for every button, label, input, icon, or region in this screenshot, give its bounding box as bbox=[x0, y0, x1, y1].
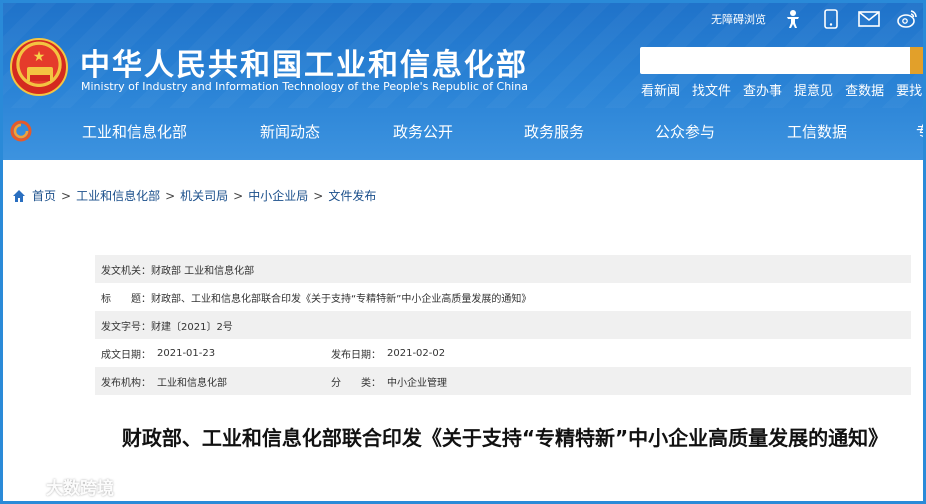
doc-number-label: 发文字号： bbox=[101, 321, 151, 333]
quick-link-feedback[interactable]: 提意见 bbox=[794, 80, 833, 99]
nav-item-gov-services[interactable]: 政务服务 bbox=[524, 121, 584, 142]
category-label: 分 类： bbox=[331, 377, 381, 389]
meta-row-dates: 成文日期： 2021-01-23 发布日期： 2021-02-02 bbox=[95, 339, 911, 367]
publisher-value: 工业和信息化部 bbox=[157, 377, 227, 389]
meta-row-doc-number: 发文字号： 财建〔2021〕2号 bbox=[95, 311, 911, 339]
breadcrumb-separator: > bbox=[61, 188, 72, 203]
nav-item-data[interactable]: 工信数据 bbox=[787, 121, 847, 142]
publish-date-label: 发布日期： bbox=[331, 349, 381, 361]
nav-item-special[interactable]: 专 bbox=[916, 121, 926, 142]
quick-link-news[interactable]: 看新闻 bbox=[641, 80, 680, 99]
quick-link-find[interactable]: 要找 bbox=[896, 80, 922, 99]
breadcrumb-separator: > bbox=[233, 188, 244, 203]
nav-item-gov-affairs[interactable]: 政务公开 bbox=[393, 121, 453, 142]
main-nav: 工业和信息化部 新闻动态 政务公开 政务服务 公众参与 工信数据 专 bbox=[0, 108, 926, 154]
title-value: 财政部、工业和信息化部联合印发《关于支持“专精特新”中小企业高质量发展的通知》 bbox=[151, 293, 532, 305]
accessibility-person-icon[interactable] bbox=[782, 8, 804, 30]
nav-item-miit[interactable]: 工业和信息化部 bbox=[82, 121, 187, 142]
publish-date-value: 2021-02-02 bbox=[387, 347, 446, 359]
top-utility-bar: 无障碍浏览 bbox=[711, 8, 918, 30]
watermark-text: 大数跨境 bbox=[46, 479, 114, 499]
meta-row-publisher: 发布机构： 工业和信息化部 分 类： 中小企业管理 bbox=[95, 367, 911, 395]
quick-links: 看新闻 找文件 查办事 提意见 查数据 要找 bbox=[641, 80, 922, 99]
breadcrumb-home[interactable]: 首页 bbox=[32, 187, 56, 204]
issuer-label: 发文机关： bbox=[101, 265, 151, 277]
weibo-icon[interactable] bbox=[896, 8, 918, 30]
home-icon[interactable] bbox=[12, 189, 26, 203]
title-label: 标 题： bbox=[101, 293, 151, 305]
nav-item-public-participation[interactable]: 公众参与 bbox=[655, 121, 715, 142]
breadcrumb-sme-bureau[interactable]: 中小企业局 bbox=[248, 187, 308, 204]
issuer-value: 财政部 工业和信息化部 bbox=[151, 265, 255, 277]
watermark: 大数跨境 bbox=[8, 474, 114, 499]
search-button[interactable] bbox=[910, 47, 926, 74]
breadcrumb-file-release[interactable]: 文件发布 bbox=[328, 187, 376, 204]
meta-row-title: 标 题： 财政部、工业和信息化部联合印发《关于支持“专精特新”中小企业高质量发展… bbox=[95, 283, 911, 311]
quick-link-services[interactable]: 查办事 bbox=[743, 80, 782, 99]
quick-link-data[interactable]: 查数据 bbox=[845, 80, 884, 99]
written-date-label: 成文日期： bbox=[101, 349, 151, 361]
document-meta-table: 发文机关： 财政部 工业和信息化部 标 题： 财政部、工业和信息化部联合印发《关… bbox=[95, 255, 911, 395]
breadcrumb-departments[interactable]: 机关司局 bbox=[180, 187, 228, 204]
mobile-phone-icon[interactable] bbox=[820, 8, 842, 30]
publisher-label: 发布机构： bbox=[101, 377, 151, 389]
site-title[interactable]: 中华人民共和国工业和信息化部 bbox=[80, 40, 528, 84]
quick-link-files[interactable]: 找文件 bbox=[692, 80, 731, 99]
nav-item-news[interactable]: 新闻动态 bbox=[260, 121, 320, 142]
accessibility-link[interactable]: 无障碍浏览 bbox=[711, 11, 766, 27]
site-swirl-logo-icon[interactable] bbox=[10, 120, 32, 142]
national-emblem-logo[interactable]: ★ bbox=[10, 38, 68, 96]
site-header: ★ 中华人民共和国工业和信息化部 Ministry of Industry an… bbox=[0, 0, 926, 160]
breadcrumb-separator: > bbox=[165, 188, 176, 203]
meta-row-issuer: 发文机关： 财政部 工业和信息化部 bbox=[95, 255, 911, 283]
breadcrumb-miit[interactable]: 工业和信息化部 bbox=[76, 187, 160, 204]
category-value: 中小企业管理 bbox=[387, 377, 447, 389]
mail-icon[interactable] bbox=[858, 8, 880, 30]
breadcrumb: 首页 > 工业和信息化部 > 机关司局 > 中小企业局 > 文件发布 bbox=[12, 187, 376, 204]
search-input[interactable] bbox=[640, 47, 926, 74]
breadcrumb-separator: > bbox=[313, 188, 324, 203]
written-date-value: 2021-01-23 bbox=[157, 347, 216, 359]
doc-number-value: 财建〔2021〕2号 bbox=[151, 321, 233, 333]
document-title: 财政部、工业和信息化部联合印发《关于支持“专精特新”中小企业高质量发展的通知》 bbox=[121, 426, 889, 450]
watermark-logo-icon bbox=[8, 476, 42, 498]
site-subtitle: Ministry of Industry and Information Tec… bbox=[81, 80, 528, 93]
